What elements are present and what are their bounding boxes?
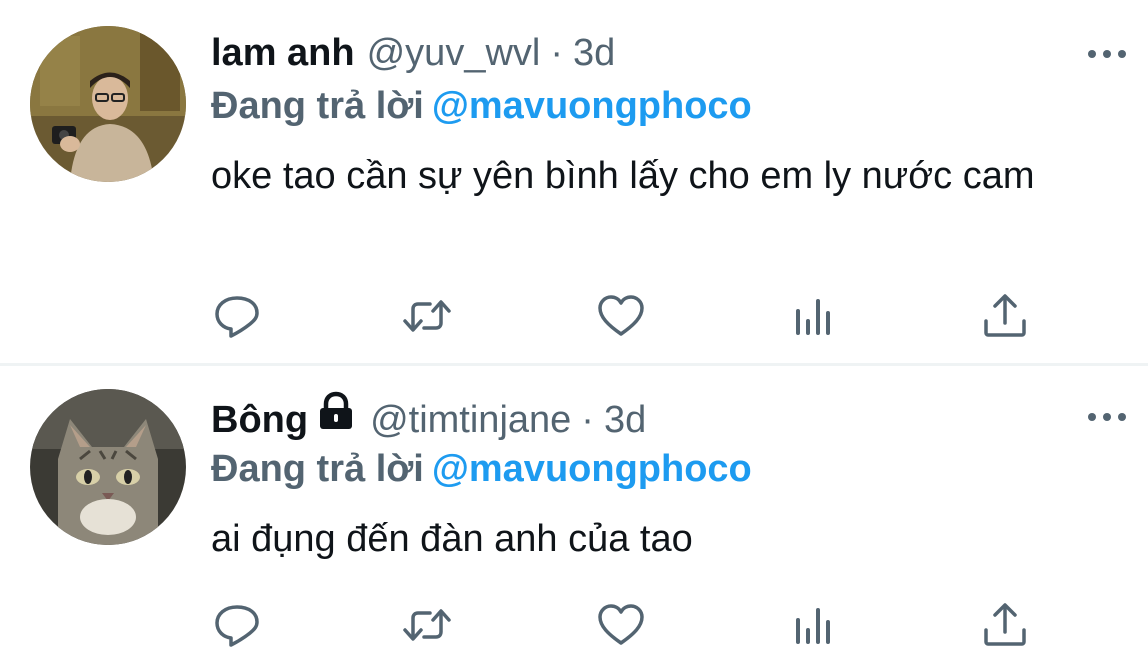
more-icon: [1088, 50, 1096, 58]
avatar[interactable]: [30, 389, 186, 545]
user-handle[interactable]: @yuv_wvl: [367, 32, 541, 74]
reply-icon: [215, 605, 259, 647]
retweet-icon: [403, 300, 451, 332]
more-icon: [1088, 413, 1096, 421]
avatar[interactable]: [30, 26, 186, 182]
more-icon-dot: [1118, 50, 1126, 58]
tweet-header: lam anh @yuv_wvl · 3d: [211, 27, 615, 79]
tweet-divider: [0, 363, 1148, 366]
tweet-actions: [210, 600, 1040, 650]
tweet-card[interactable]: lam anh @yuv_wvl · 3d Đang trả lời @mavuongp…: [0, 0, 1148, 365]
tweet-actions: [210, 291, 1040, 341]
timestamp[interactable]: 3d: [573, 32, 615, 74]
like-icon: [598, 295, 644, 336]
reply-mention-link[interactable]: @mavuongphoco: [432, 85, 752, 127]
replying-to: Đang trả lời @mavuongphoco: [211, 443, 752, 495]
retweet-button[interactable]: [402, 600, 452, 650]
tweet-text: oke tao cần sự yên bình lấy cho em ly nư…: [211, 155, 1035, 197]
cat-photo-icon: [30, 389, 186, 545]
like-icon: [598, 604, 644, 645]
retweet-icon: [403, 609, 451, 641]
tweet-header: Bông @timtinjane · 3d: [211, 391, 646, 446]
lock-icon: [314, 391, 358, 445]
share-icon: [984, 603, 1026, 646]
analytics-icon: [796, 608, 830, 644]
like-button[interactable]: [596, 291, 646, 341]
more-icon-dot: [1118, 413, 1126, 421]
display-name[interactable]: Bông: [211, 399, 308, 441]
more-options-button[interactable]: [1084, 38, 1130, 68]
more-icon-dot: [1103, 50, 1111, 58]
reply-icon: [215, 296, 259, 338]
more-icon-dot: [1103, 413, 1111, 421]
profile-photo-icon: [30, 26, 186, 182]
share-button[interactable]: [980, 291, 1030, 341]
reply-button[interactable]: [212, 600, 262, 650]
reply-button[interactable]: [212, 291, 262, 341]
user-handle[interactable]: @timtinjane: [370, 399, 571, 441]
analytics-icon: [796, 299, 830, 335]
analytics-button[interactable]: [790, 600, 840, 650]
reply-mention-link[interactable]: @mavuongphoco: [432, 448, 752, 490]
replying-to: Đang trả lời @mavuongphoco: [211, 80, 752, 132]
tweet-text: ai đụng đến đàn anh của tao: [211, 518, 693, 560]
separator-dot: ·: [550, 32, 563, 74]
share-icon: [984, 294, 1026, 337]
analytics-button[interactable]: [790, 291, 840, 341]
more-options-button[interactable]: [1084, 401, 1130, 431]
separator-dot: ·: [581, 399, 594, 441]
timestamp[interactable]: 3d: [604, 399, 646, 441]
replying-to-label: Đang trả lời: [211, 85, 424, 127]
share-button[interactable]: [980, 600, 1030, 650]
retweet-button[interactable]: [402, 291, 452, 341]
like-button[interactable]: [596, 600, 646, 650]
replying-to-label: Đang trả lời: [211, 448, 424, 490]
display-name[interactable]: lam anh: [211, 32, 355, 74]
tweet-card[interactable]: Bông @timtinjane · 3d Đang trả lời @mavuongp…: [0, 367, 1148, 666]
